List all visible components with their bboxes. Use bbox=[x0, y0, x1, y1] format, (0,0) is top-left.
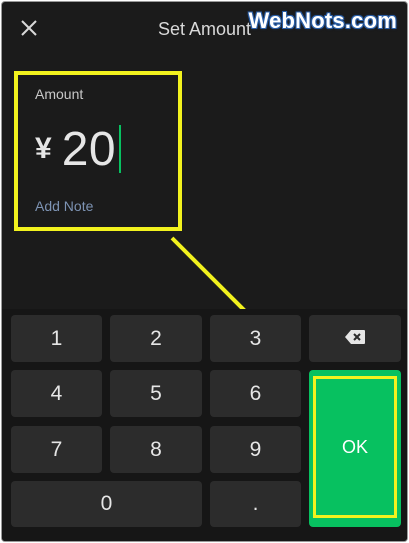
key-3[interactable]: 3 bbox=[210, 315, 301, 362]
key-0[interactable]: 0 bbox=[11, 481, 202, 527]
key-5[interactable]: 5 bbox=[110, 370, 202, 417]
amount-label: Amount bbox=[35, 86, 84, 102]
ok-highlight-box: OK bbox=[313, 376, 397, 518]
ok-label: OK bbox=[341, 436, 368, 457]
amount-value: 20 bbox=[61, 122, 117, 176]
text-cursor bbox=[119, 125, 122, 173]
currency-symbol: ¥ bbox=[35, 132, 52, 165]
key-6[interactable]: 6 bbox=[210, 370, 301, 417]
watermark-logo: WebNots.com bbox=[248, 8, 397, 33]
key-4[interactable]: 4 bbox=[11, 370, 102, 417]
key-decimal[interactable]: . bbox=[210, 481, 301, 527]
backspace-key[interactable] bbox=[309, 315, 401, 362]
amount-panel: Amount ¥ 20 Add Note bbox=[14, 71, 182, 231]
key-1[interactable]: 1 bbox=[11, 315, 102, 362]
key-8[interactable]: 8 bbox=[110, 426, 202, 473]
payment-screen: Set Amount WebNots.com Amount ¥ 20 Add N… bbox=[1, 1, 408, 542]
add-note-link[interactable]: Add Note bbox=[35, 198, 93, 214]
backspace-icon bbox=[344, 327, 366, 351]
header: Set Amount WebNots.com bbox=[2, 2, 407, 58]
keypad: 1 2 3 4 5 6 7 8 9 0 . OK bbox=[2, 309, 407, 541]
ok-button[interactable]: OK bbox=[309, 370, 401, 527]
key-2[interactable]: 2 bbox=[110, 315, 202, 362]
key-9[interactable]: 9 bbox=[210, 426, 301, 473]
amount-input[interactable]: ¥ 20 bbox=[35, 119, 122, 179]
key-7[interactable]: 7 bbox=[11, 426, 102, 473]
